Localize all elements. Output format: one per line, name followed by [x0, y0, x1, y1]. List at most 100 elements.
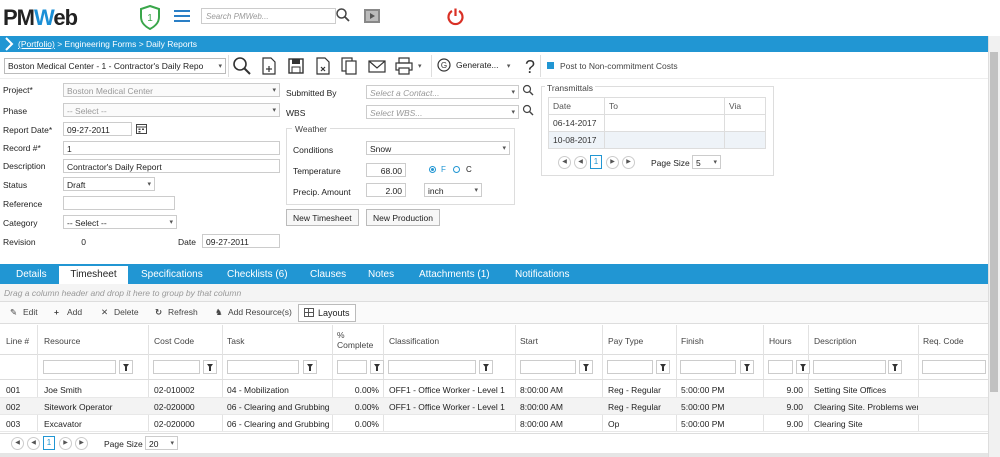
last-page-icon[interactable]: ▶ [622, 156, 635, 169]
project-field[interactable]: Boston Medical Center [63, 83, 280, 97]
record-number-input[interactable]: 1 [63, 141, 280, 155]
chevron-right-icon[interactable] [3, 37, 15, 51]
print-icon[interactable] [394, 56, 414, 76]
generate-icon[interactable]: G [437, 58, 453, 74]
grid-page-size-select[interactable]: 20 [145, 436, 178, 450]
layouts-button[interactable]: Layouts [298, 304, 356, 322]
filter-icon[interactable] [656, 360, 670, 374]
col-task[interactable]: Task [227, 336, 244, 346]
calendar-icon[interactable] [136, 123, 147, 134]
search-icon[interactable] [335, 7, 351, 23]
fahrenheit-radio[interactable] [429, 166, 436, 173]
report-date-input[interactable]: 09-27-2011 [63, 122, 132, 136]
tab-clauses[interactable]: Clauses [310, 264, 346, 284]
col-start[interactable]: Start [520, 336, 538, 346]
precip-amount-input[interactable]: 2.00 [366, 183, 406, 197]
submitted-by-select[interactable]: Select a Contact... [366, 85, 519, 99]
filter-icon[interactable] [303, 360, 317, 374]
add-resources-button[interactable]: ♞ Add Resource(s) [215, 307, 292, 318]
first-page-icon[interactable]: ◀ [558, 156, 571, 169]
table-row[interactable]: 003 Excavator 02-020000 06 - Clearing an… [0, 415, 988, 432]
table-row[interactable]: 002 Sitework Operator 02-020000 06 - Cle… [0, 398, 988, 415]
add-button[interactable]: + Add [54, 307, 82, 317]
filter-icon[interactable] [203, 360, 217, 374]
grid-last-page-icon[interactable]: ▶ [75, 437, 88, 450]
new-production-button[interactable]: New Production [366, 209, 441, 226]
col-cost-code[interactable]: Cost Code [154, 336, 194, 346]
filter-icon[interactable] [740, 360, 754, 374]
filter-icon[interactable] [370, 360, 384, 374]
next-page-icon[interactable]: ▶ [606, 156, 619, 169]
email-icon[interactable] [367, 56, 387, 76]
copy-icon[interactable] [339, 56, 359, 76]
filter-cost-code-input[interactable] [153, 360, 200, 374]
transmittal-row[interactable]: 10-08-2017 [548, 131, 766, 149]
vertical-scrollbar-thumb[interactable] [990, 52, 998, 392]
breadcrumb-portfolio-link[interactable]: (Portfolio) [18, 39, 55, 49]
new-timesheet-button[interactable]: New Timesheet [286, 209, 359, 226]
menu-icon[interactable] [174, 10, 190, 23]
filter-start-input[interactable] [520, 360, 576, 374]
record-selector[interactable]: Boston Medical Center - 1 - Contractor's… [4, 58, 226, 74]
transmittals-col-date[interactable]: Date [548, 97, 605, 115]
filter-icon[interactable] [796, 360, 810, 374]
tab-checklists[interactable]: Checklists (6) [227, 264, 288, 284]
col-line-number[interactable]: Line # [6, 336, 29, 346]
col-resource[interactable]: Resource [44, 336, 80, 346]
post-non-commitment-checkbox[interactable] [547, 62, 554, 69]
filter-icon[interactable] [579, 360, 593, 374]
horizontal-scrollbar[interactable] [0, 453, 988, 457]
tab-timesheet[interactable]: Timesheet [59, 264, 128, 284]
celsius-radio[interactable] [453, 166, 460, 173]
conditions-select[interactable]: Snow [366, 141, 510, 155]
grid-prev-page-icon[interactable]: ◀ [27, 437, 40, 450]
temperature-input[interactable]: 68.00 [366, 163, 406, 177]
power-icon[interactable] [446, 7, 465, 26]
pmweb-logo[interactable]: PMWeb [3, 5, 78, 31]
date-input[interactable]: 09-27-2011 [202, 234, 280, 248]
group-by-drop-area[interactable]: Drag a column header and drop it here to… [0, 284, 988, 302]
delete-button[interactable]: ✕ Delete [101, 307, 139, 318]
filter-resource-input[interactable] [43, 360, 116, 374]
tab-details[interactable]: Details [16, 264, 47, 284]
col-finish[interactable]: Finish [681, 336, 704, 346]
current-page[interactable]: 1 [590, 155, 602, 169]
wbs-search-icon[interactable] [522, 104, 534, 116]
filter-finish-input[interactable] [680, 360, 736, 374]
prev-page-icon[interactable]: ◀ [574, 156, 587, 169]
col-pay-type[interactable]: Pay Type [608, 336, 643, 346]
transmittals-col-to[interactable]: To [604, 97, 725, 115]
filter-icon[interactable] [888, 360, 902, 374]
filter-classification-input[interactable] [388, 360, 476, 374]
col-hours[interactable]: Hours [769, 336, 792, 346]
filter-pay-type-input[interactable] [607, 360, 653, 374]
description-input[interactable]: Contractor's Daily Report [63, 159, 280, 173]
tab-attachments[interactable]: Attachments (1) [419, 264, 490, 284]
status-select[interactable]: Draft [63, 177, 155, 191]
table-row[interactable]: 001 Joe Smith 02-010002 04 - Mobilizatio… [0, 381, 988, 398]
transmittals-col-via[interactable]: Via [724, 97, 766, 115]
print-dropdown-icon[interactable]: ▾ [418, 62, 422, 70]
filter-description-input[interactable] [813, 360, 886, 374]
wbs-select[interactable]: Select WBS... [366, 105, 519, 119]
reference-input[interactable] [63, 196, 175, 210]
find-icon[interactable] [232, 56, 252, 76]
save-icon[interactable] [286, 56, 306, 76]
filter-task-input[interactable] [227, 360, 299, 374]
transmittal-row[interactable]: 06-14-2017 [548, 114, 766, 132]
tab-notifications[interactable]: Notifications [515, 264, 569, 284]
filter-percent-input[interactable] [337, 360, 367, 374]
contact-search-icon[interactable] [522, 84, 534, 96]
tab-specifications[interactable]: Specifications [141, 264, 203, 284]
filter-hours-input[interactable] [768, 360, 793, 374]
phase-select[interactable]: -- Select -- [63, 103, 280, 117]
new-icon[interactable] [259, 56, 279, 76]
filter-icon[interactable] [479, 360, 493, 374]
col-description[interactable]: Description [814, 336, 857, 346]
generate-button[interactable]: Generate... ▾ [456, 60, 510, 70]
tab-notes[interactable]: Notes [368, 264, 394, 284]
col-req-code[interactable]: Req. Code [923, 336, 964, 346]
grid-next-page-icon[interactable]: ▶ [59, 437, 72, 450]
global-search-input[interactable]: Search PMWeb... [201, 8, 336, 24]
filter-icon[interactable] [119, 360, 133, 374]
